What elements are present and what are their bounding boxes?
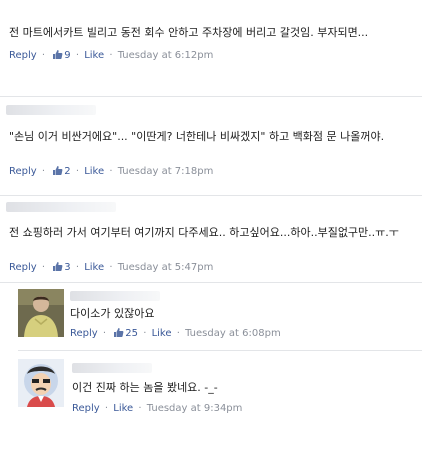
like-count[interactable]: 3 — [50, 262, 74, 273]
separator-dot: · — [109, 262, 113, 273]
separator-dot: · — [41, 50, 46, 61]
blurred-author-name — [72, 363, 152, 373]
separator-dot: · — [143, 328, 147, 339]
comment-actions: Reply · 2 · Like · Tuesday at 7:18pm — [9, 165, 213, 179]
like-count[interactable]: 9 — [50, 50, 74, 61]
comment-timestamp[interactable]: Tuesday at 9:34pm — [147, 403, 243, 414]
like-count[interactable]: 25 — [111, 328, 141, 339]
comment-1: 전 마트에서카트 빌리고 동전 회수 안하고 주차장에 버리고 갈것임. 부자되… — [0, 0, 422, 78]
comment-timestamp[interactable]: Tuesday at 6:08pm — [185, 328, 281, 339]
separator-dot: · — [75, 166, 80, 177]
blurred-author-name — [70, 291, 160, 301]
reply-link[interactable]: Reply — [70, 328, 98, 339]
comment-text: "손님 이거 비싼거에요"... "이딴게? 너한테나 비싸겠지" 하고 백화점… — [9, 130, 385, 143]
like-link[interactable]: Like — [113, 403, 133, 414]
comment-timestamp[interactable]: Tuesday at 6:12pm — [118, 50, 214, 61]
cartoon-face-icon — [18, 359, 64, 407]
like-link[interactable]: Like — [84, 262, 104, 273]
reply-link[interactable]: Reply — [9, 262, 37, 273]
thumbs-up-icon — [114, 328, 124, 337]
separator-dot: · — [41, 166, 46, 177]
comment-5: 이건 진짜 하는 놈을 봤네요. -_- Reply · Like · Tues… — [0, 351, 422, 421]
comment-4: 다이소가 있잖아요 Reply · 25 · Like · Tuesday at… — [0, 283, 422, 347]
comment-text: 다이소가 있잖아요 — [70, 307, 155, 320]
reply-link[interactable]: Reply — [72, 403, 100, 414]
comment-actions: Reply · 3 · Like · Tuesday at 5:47pm — [9, 261, 213, 275]
avatar[interactable] — [18, 289, 64, 337]
like-count[interactable]: 2 — [50, 166, 74, 177]
separator-dot: · — [75, 50, 80, 61]
separator-dot: · — [75, 262, 80, 273]
like-link[interactable]: Like — [84, 166, 104, 177]
like-link[interactable]: Like — [152, 328, 172, 339]
comment-actions: Reply · 25 · Like · Tuesday at 6:08pm — [70, 327, 281, 341]
separator-dot: · — [138, 403, 142, 414]
thumbs-up-icon — [53, 166, 63, 175]
comment-actions: Reply · Like · Tuesday at 9:34pm — [72, 402, 242, 416]
comment-timestamp[interactable]: Tuesday at 5:47pm — [118, 262, 214, 273]
reply-link[interactable]: Reply — [9, 166, 37, 177]
comment-text: 전 마트에서카트 빌리고 동전 회수 안하고 주차장에 버리고 갈것임. 부자되… — [9, 26, 369, 39]
blurred-author-name — [6, 202, 116, 212]
separator-dot: · — [41, 262, 46, 273]
blurred-author-name — [6, 105, 96, 115]
comment-actions: Reply · 9 · Like · Tuesday at 6:12pm — [9, 49, 213, 63]
reply-link[interactable]: Reply — [9, 50, 37, 61]
like-link[interactable]: Like — [84, 50, 104, 61]
separator-dot: · — [109, 166, 113, 177]
comment-timestamp[interactable]: Tuesday at 7:18pm — [118, 166, 214, 177]
comment-2: "손님 이거 비싼거에요"... "이딴게? 너한테나 비싸겠지" 하고 백화점… — [0, 97, 422, 192]
separator-dot: · — [104, 403, 109, 414]
separator-dot: · — [102, 328, 107, 339]
separator-dot: · — [176, 328, 180, 339]
comment-3: 전 쇼핑하러 가서 여기부터 여기까지 다주세요.. 하고싶어요...하아..부… — [0, 196, 422, 286]
avatar[interactable] — [18, 359, 64, 407]
person-photo-icon — [18, 289, 64, 337]
thumbs-up-icon — [53, 262, 63, 271]
comment-text: 전 쇼핑하러 가서 여기부터 여기까지 다주세요.. 하고싶어요...하아..부… — [9, 226, 399, 239]
comment-text: 이건 진짜 하는 놈을 봤네요. -_- — [72, 381, 218, 394]
thumbs-up-icon — [53, 50, 63, 59]
separator-dot: · — [109, 50, 113, 61]
